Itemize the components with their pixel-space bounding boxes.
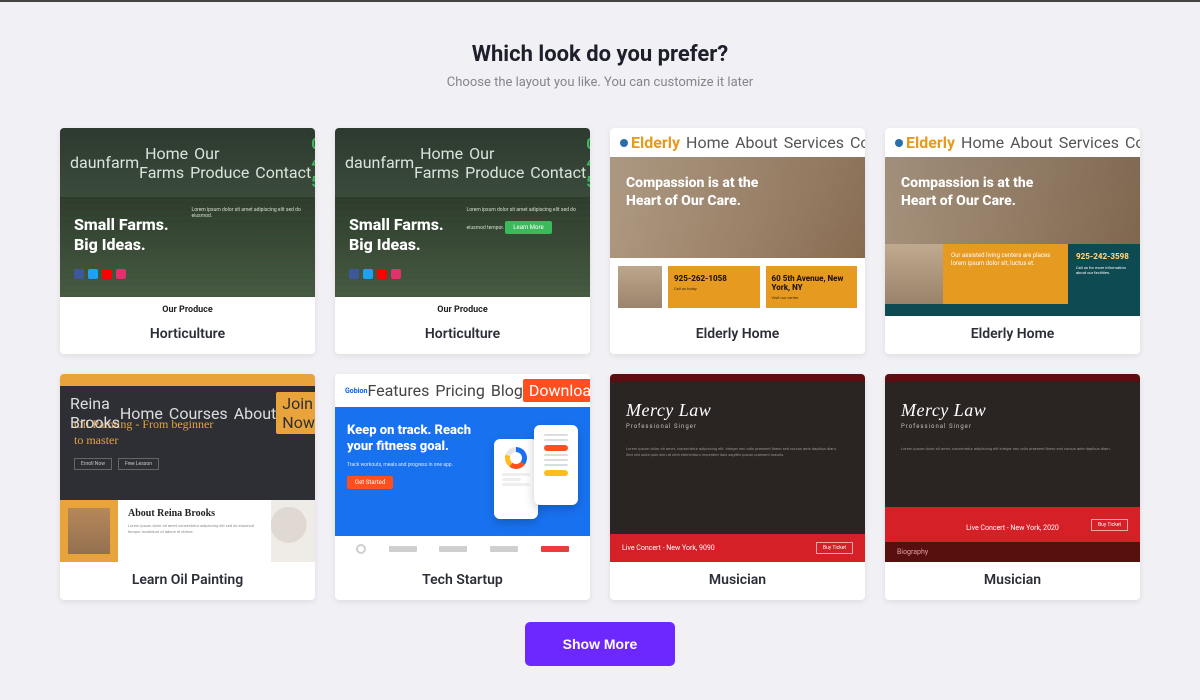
template-label: Horticulture [335, 316, 590, 354]
template-label: Learn Oil Painting [60, 562, 315, 600]
thumb-phone: 02 448 5581 [586, 134, 590, 191]
thumb-image [60, 500, 118, 562]
template-thumbnail: daunfarm HomeOur FarmsProduceContact 02 … [60, 128, 315, 316]
thumb-device-mockup [492, 423, 578, 520]
thumb-call-number: 925-242-3598 [1076, 252, 1132, 261]
template-thumbnail: Elderly HomeAboutServicesContact Compass… [885, 128, 1140, 316]
thumb-nav: HomeAboutServicesContact [955, 133, 1140, 152]
template-card-horticulture[interactable]: daunfarm HomeOur FarmsProduceContact 02 … [60, 128, 315, 354]
thumb-image [885, 244, 943, 304]
template-label: Musician [610, 562, 865, 600]
template-label: Tech Startup [335, 562, 590, 600]
thumb-portrait [271, 500, 315, 562]
template-card-elderly-home[interactable]: Elderly HomeAboutServicesContact Compass… [885, 128, 1140, 354]
thumb-headline: Compassion is at the Heart of Our Care. [626, 175, 796, 210]
template-label: Elderly Home [885, 316, 1140, 354]
template-thumbnail: Mercy Law Professional Singer Lorem ipsu… [885, 374, 1140, 562]
template-thumbnail: Reina Brooks HomeCoursesAbout Join Now O… [60, 374, 315, 562]
template-thumbnail: Gobion FeaturesPricingBlog Download Keep… [335, 374, 590, 562]
template-label: Elderly Home [610, 316, 865, 354]
social-icons [349, 269, 459, 279]
page-subtitle: Choose the layout you like. You can cust… [60, 75, 1140, 90]
thumb-brand: Elderly [895, 133, 955, 152]
thumb-artist-name: Mercy Law [901, 400, 1124, 421]
thumb-nav: HomeAboutServicesContact [680, 133, 865, 152]
thumb-artist-sub: Professional Singer [626, 423, 849, 430]
template-thumbnail: daunfarm HomeOur FarmsProduceContact 02 … [335, 128, 590, 316]
thumb-nav: FeaturesPricingBlog [367, 381, 522, 400]
thumb-brand: daunfarm [345, 153, 414, 172]
thumb-partner-logos [335, 536, 590, 562]
thumb-image [618, 266, 662, 308]
thumb-nav-cta: Download [523, 379, 590, 402]
thumb-brand: Gobion [345, 387, 367, 395]
thumb-panel-text: Our assisted living centers are places l… [951, 252, 1060, 268]
thumb-banner-cta: Buy Ticket [1091, 519, 1128, 531]
show-more-button[interactable]: Show More [525, 622, 676, 666]
thumb-info-phone: 925-262-1058 [674, 274, 754, 283]
template-label: Musician [885, 562, 1140, 600]
template-card-oil-painting[interactable]: Reina Brooks HomeCoursesAbout Join Now O… [60, 374, 315, 600]
thumb-headline: Keep on track. Reach your fitness goal. [347, 423, 477, 456]
page-title: Which look do you prefer? [60, 42, 1140, 67]
thumb-headline: Compassion is at the Heart of Our Care. [901, 175, 1071, 210]
social-icons [74, 269, 184, 279]
template-card-horticulture[interactable]: daunfarm HomeOur FarmsProduceContact 02 … [335, 128, 590, 354]
thumb-bio-heading: Biography [885, 542, 1140, 562]
thumb-headline: Small Farms. [74, 215, 169, 234]
template-card-elderly-home[interactable]: Elderly HomeAboutServicesContact Compass… [610, 128, 865, 354]
template-grid: daunfarm HomeOur FarmsProduceContact 02 … [60, 128, 1140, 600]
thumb-headline: Small Farms. [349, 215, 444, 234]
thumb-phone: 02 448 5581 [311, 134, 315, 191]
thumb-banner-text: Live Concert - New York, 2020 [966, 524, 1059, 532]
thumb-artist-name: Mercy Law [626, 400, 849, 421]
thumb-brand: daunfarm [70, 153, 139, 172]
thumb-nav: HomeOur FarmsProduceContact [139, 144, 311, 182]
template-card-tech-startup[interactable]: Gobion FeaturesPricingBlog Download Keep… [335, 374, 590, 600]
thumb-nav: Reina Brooks HomeCoursesAbout Join Now [60, 392, 315, 434]
thumb-banner-cta: Buy Ticket [816, 542, 853, 554]
thumb-info-address: 60 5th Avenue, New York, NY [772, 274, 852, 292]
thumb-about-title: About Reina Brooks [128, 508, 261, 519]
thumb-nav: HomeOur FarmsProduceContact [414, 144, 586, 182]
thumb-section-title: Our Produce [72, 305, 303, 315]
thumb-banner-text: Live Concert - New York, 9090 [622, 544, 715, 552]
template-card-musician[interactable]: Mercy Law Professional Singer Lorem ipsu… [885, 374, 1140, 600]
thumb-artist-sub: Professional Singer [901, 423, 1124, 430]
thumb-cta: Get Started [347, 476, 393, 489]
template-card-musician[interactable]: Mercy Law Professional Singer Lorem ipsu… [610, 374, 865, 600]
thumb-cta: Learn More [505, 221, 551, 234]
thumb-section-title: Our Produce [347, 305, 578, 315]
template-thumbnail: Elderly HomeAboutServicesContact Compass… [610, 128, 865, 316]
thumb-brand: Elderly [620, 133, 680, 152]
template-label: Horticulture [60, 316, 315, 354]
template-thumbnail: Mercy Law Professional Singer Lorem ipsu… [610, 374, 865, 562]
